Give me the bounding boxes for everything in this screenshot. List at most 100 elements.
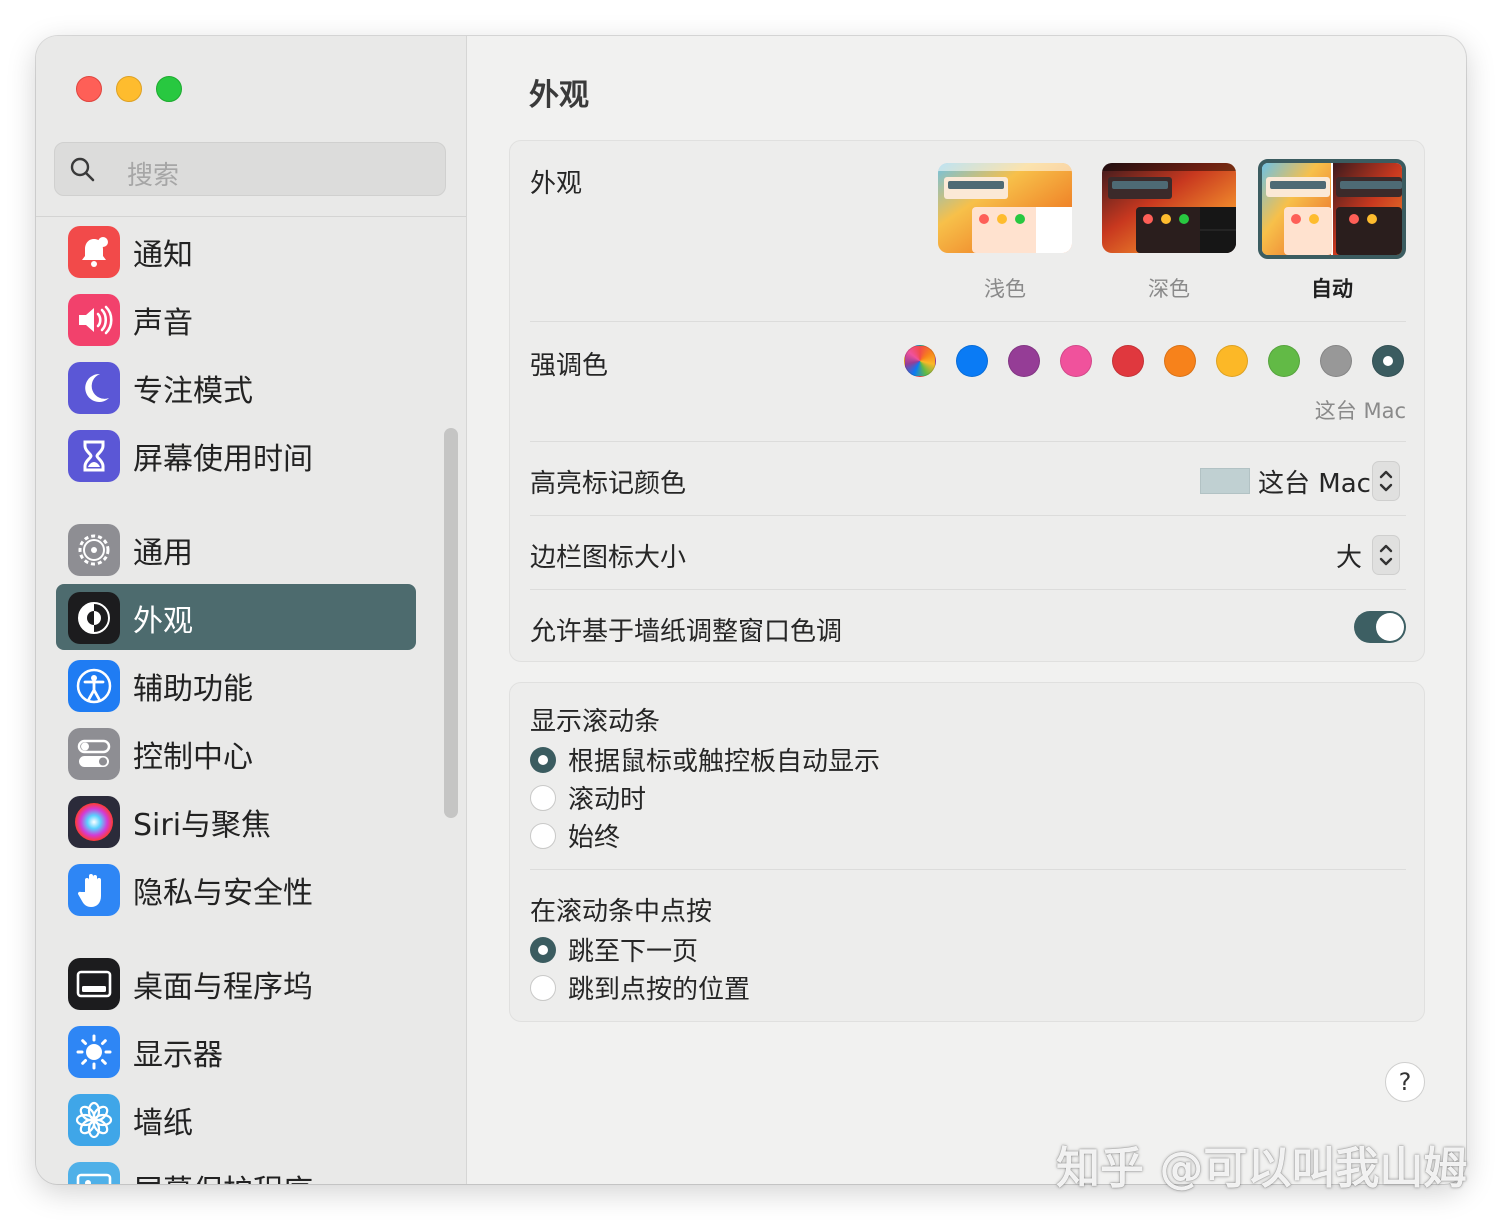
dock-icon [68, 958, 120, 1010]
sidebar-divider [36, 216, 466, 217]
search-input[interactable]: 搜索 [54, 142, 446, 196]
sidebar: 搜索 通知 声音 专注模式 屏幕使用时间 通用 外观 辅助功能 控制中心 Sir… [36, 36, 467, 1184]
accent-green-swatch[interactable] [1268, 345, 1300, 377]
auto-caption: 自动 [1311, 277, 1353, 301]
sidebar-item-accessibility[interactable]: 辅助功能 [56, 652, 416, 718]
watermark: 知乎 @可以叫我山姆 [1056, 1143, 1468, 1194]
scrollbars-scrolling-label[interactable]: 滚动时 [568, 779, 646, 816]
scrollbars-always-label[interactable]: 始终 [568, 817, 620, 854]
separator [530, 869, 1406, 870]
accent-blue-swatch[interactable] [956, 345, 988, 377]
sidebar-icon-size-value[interactable]: 大 [1336, 537, 1362, 574]
accent-pink-swatch[interactable] [1060, 345, 1092, 377]
click-next-page-label[interactable]: 跳至下一页 [568, 931, 698, 968]
siri-icon [68, 796, 120, 848]
accent-multicolor-swatch[interactable] [904, 345, 936, 377]
main-content: 外观 外观 浅色 深色 自动 强调色 这台 Mac 高亮标记颜色 这台 Mac … [467, 36, 1466, 1184]
sidebar-item-screensaver[interactable]: 屏幕保护程序 [56, 1154, 416, 1184]
appearance-card: 外观 浅色 深色 自动 强调色 这台 Mac 高亮标记颜色 这台 Mac 边栏图… [509, 140, 1425, 662]
click-scrollbar-label: 在滚动条中点按 [530, 897, 713, 927]
accent-red-swatch[interactable] [1112, 345, 1144, 377]
dark-caption: 深色 [1148, 277, 1190, 301]
flower-icon [68, 1094, 120, 1146]
sidebar-item-label: 外观 [133, 604, 193, 639]
sidebar-item-label: 屏幕保护程序 [133, 1166, 313, 1184]
selected-dot [1383, 356, 1393, 366]
sidebar-item-appearance[interactable]: 外观 [56, 584, 416, 650]
highlight-value[interactable]: 这台 Mac [1258, 463, 1371, 500]
help-button[interactable]: ? [1385, 1062, 1425, 1102]
appearance-dark-option[interactable] [1102, 163, 1236, 253]
highlight-swatch [1200, 468, 1250, 494]
sidebar-item-label: 专注模式 [133, 374, 253, 409]
moon-icon [68, 362, 120, 414]
sidebar-item-siri[interactable]: Siri与聚焦 [56, 788, 416, 854]
scrollbars-auto-radio[interactable] [530, 747, 556, 773]
sidebar-item-wallpaper[interactable]: 墙纸 [56, 1086, 416, 1152]
sidebar-item-desktop-dock[interactable]: 桌面与程序坞 [56, 950, 416, 1016]
click-jump-radio[interactable] [530, 975, 556, 1001]
chevron-updown-icon [1379, 544, 1393, 566]
minimize-button[interactable] [116, 76, 142, 102]
sidebar-item-general[interactable]: 通用 [56, 516, 416, 582]
toggle-knob [1376, 613, 1404, 641]
show-scrollbars-label: 显示滚动条 [530, 707, 661, 737]
sidebar-icon-size-label: 边栏图标大小 [530, 543, 687, 573]
sidebar-icon-size-stepper[interactable] [1372, 535, 1400, 575]
highlight-stepper[interactable] [1372, 461, 1400, 501]
sun-icon [68, 1026, 120, 1078]
sidebar-item-label: 隐私与安全性 [133, 876, 313, 911]
zoom-button[interactable] [156, 76, 182, 102]
scrollbars-scrolling-radio[interactable] [530, 785, 556, 811]
wallpaper-tint-toggle[interactable] [1354, 611, 1406, 643]
sidebar-item-screen-time[interactable]: 屏幕使用时间 [56, 422, 416, 488]
sidebar-item-focus[interactable]: 专注模式 [56, 354, 416, 420]
highlight-label: 高亮标记颜色 [530, 469, 687, 499]
appearance-icon [68, 592, 120, 644]
scrollbar-card: 显示滚动条 根据鼠标或触控板自动显示 滚动时 始终 在滚动条中点按 跳至下一页 … [509, 682, 1425, 1022]
separator [530, 589, 1406, 590]
bell-icon [68, 226, 120, 278]
close-button[interactable] [76, 76, 102, 102]
search-placeholder: 搜索 [127, 161, 180, 191]
scrollbars-auto-label[interactable]: 根据鼠标或触控板自动显示 [568, 741, 880, 778]
accent-this-mac-swatch[interactable] [1372, 345, 1404, 377]
settings-window: 搜索 通知 声音 专注模式 屏幕使用时间 通用 外观 辅助功能 控制中心 Sir… [36, 36, 1466, 1184]
sidebar-item-label: 墙纸 [133, 1106, 193, 1141]
sidebar-item-label: 通知 [133, 238, 193, 273]
separator [530, 321, 1406, 322]
accent-purple-swatch[interactable] [1008, 345, 1040, 377]
accessibility-icon [68, 660, 120, 712]
accent-graphite-swatch[interactable] [1320, 345, 1352, 377]
click-jump-label[interactable]: 跳到点按的位置 [568, 969, 750, 1006]
sidebar-item-label: 显示器 [133, 1038, 223, 1073]
appearance-label: 外观 [530, 169, 583, 199]
toggles-icon [68, 728, 120, 780]
sidebar-item-label: 桌面与程序坞 [133, 970, 313, 1005]
sidebar-item-notifications[interactable]: 通知 [56, 218, 416, 284]
appearance-auto-option[interactable] [1258, 159, 1406, 259]
search-icon [70, 157, 95, 182]
wallpaper-tint-label: 允许基于墙纸调整窗口色调 [530, 617, 843, 647]
separator [530, 441, 1406, 442]
sidebar-item-sound[interactable]: 声音 [56, 286, 416, 352]
appearance-light-option[interactable] [938, 163, 1072, 253]
sidebar-item-control-center[interactable]: 控制中心 [56, 720, 416, 786]
sidebar-item-label: 通用 [133, 536, 193, 571]
accent-orange-swatch[interactable] [1164, 345, 1196, 377]
hourglass-icon [68, 430, 120, 482]
sidebar-scrollbar[interactable] [444, 428, 458, 818]
light-preview-icon [938, 163, 1072, 253]
scrollbars-always-radio[interactable] [530, 823, 556, 849]
accent-caption: 这台 Mac [1314, 399, 1406, 423]
sidebar-item-label: Siri与聚焦 [133, 808, 272, 843]
hand-icon [68, 864, 120, 916]
sidebar-item-displays[interactable]: 显示器 [56, 1018, 416, 1084]
sidebar-item-label: 声音 [133, 306, 193, 341]
click-next-page-radio[interactable] [530, 937, 556, 963]
sidebar-item-privacy[interactable]: 隐私与安全性 [56, 856, 416, 922]
page-title: 外观 [529, 78, 589, 113]
sidebar-item-label: 辅助功能 [133, 672, 253, 707]
sidebar-item-label: 屏幕使用时间 [133, 442, 313, 477]
accent-yellow-swatch[interactable] [1216, 345, 1248, 377]
